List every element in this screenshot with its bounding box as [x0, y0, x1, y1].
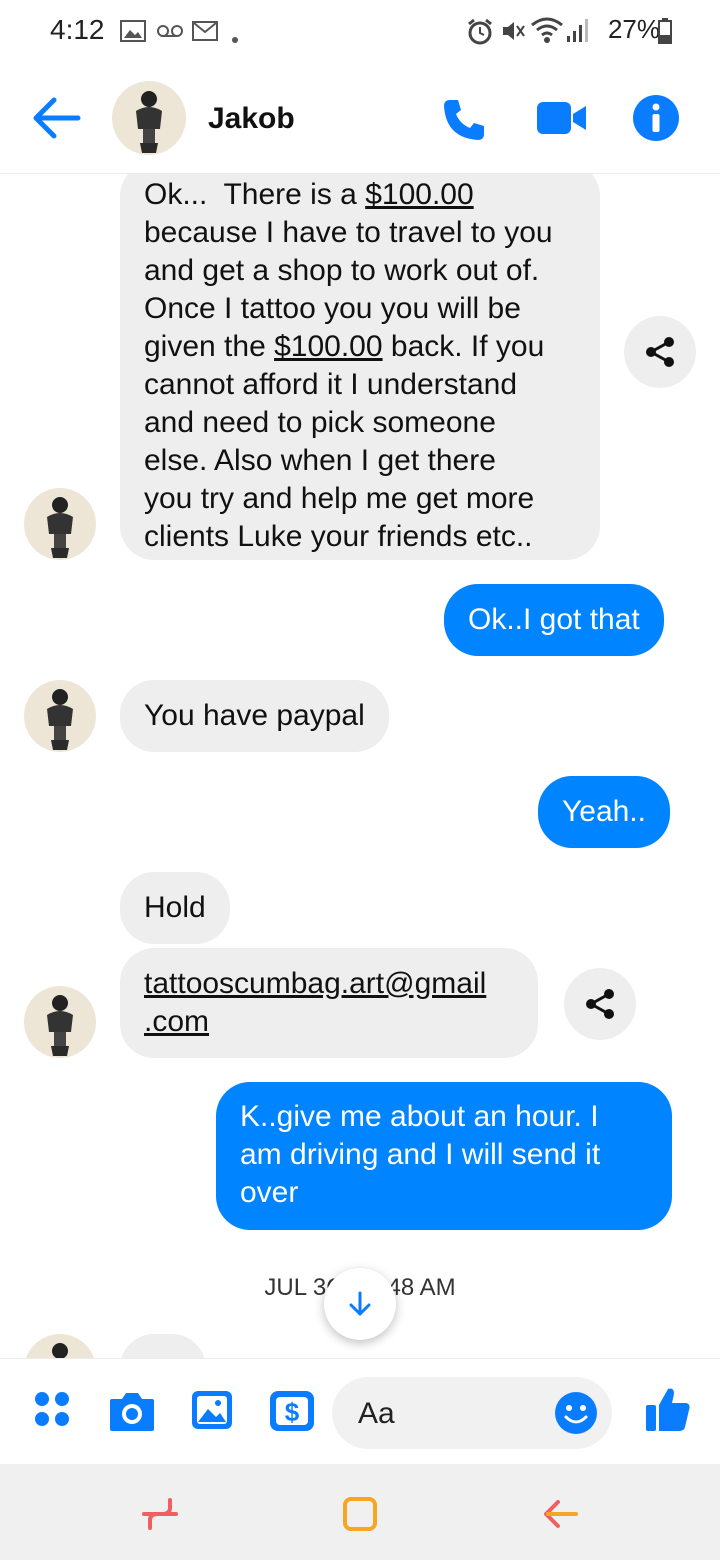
message-text: Ok..I got that	[468, 603, 640, 636]
message-thread[interactable]: Ok... There is a $100.00 because I have …	[0, 174, 720, 1358]
wifi-icon	[530, 16, 564, 49]
signal-icon	[566, 18, 590, 49]
message-composer: $ Aa	[0, 1358, 720, 1464]
message-text: Yeah..	[562, 795, 646, 828]
sent-message-bubble[interactable]: Yeah..	[538, 776, 670, 848]
share-icon	[586, 989, 614, 1019]
voicemail-icon	[156, 24, 184, 43]
like-thumbs-up-icon[interactable]	[644, 1385, 692, 1433]
sender-avatar[interactable]	[24, 986, 96, 1058]
message-link[interactable]: $100.00	[274, 330, 382, 363]
sender-avatar[interactable]	[24, 488, 96, 560]
received-message-bubble[interactable]: Ok... There is a $100.00 because I have …	[120, 174, 600, 560]
arrow-down-icon	[349, 1291, 371, 1316]
info-icon[interactable]	[632, 94, 680, 142]
received-message-bubble[interactable]: tattooscumbag.art@gmail .com	[120, 948, 538, 1058]
message-text: K..give me about an hour. I am driving a…	[240, 1100, 601, 1209]
message-link[interactable]: $100.00	[365, 178, 473, 211]
share-message-button[interactable]	[564, 968, 636, 1040]
message-text: Hold	[144, 891, 206, 924]
status-bar: 4:12 27%	[0, 0, 720, 64]
battery-percent: 27%	[607, 14, 660, 44]
email-link-continued[interactable]: .com	[144, 1005, 209, 1038]
video-call-icon[interactable]	[536, 98, 588, 138]
message-text: You have paypal	[144, 699, 365, 732]
conversation-header: Jakob	[0, 64, 720, 174]
email-link[interactable]: tattooscumbag.art@gmail	[144, 967, 486, 1000]
sent-message-bubble[interactable]: K..give me about an hour. I am driving a…	[216, 1082, 672, 1230]
camera-icon[interactable]	[108, 1389, 156, 1437]
more-notifications-dot-icon	[232, 30, 238, 48]
share-message-button[interactable]	[624, 316, 696, 388]
phone-call-icon[interactable]	[440, 96, 488, 144]
message-input-placeholder: Aa	[358, 1397, 395, 1430]
sent-message-bubble[interactable]: Ok..I got that	[444, 584, 664, 656]
system-navigation-bar	[0, 1464, 720, 1560]
mute-icon	[500, 18, 526, 49]
gallery-notification-icon	[120, 20, 146, 47]
received-message-bubble[interactable]: Hold	[120, 872, 230, 944]
battery-icon	[658, 18, 672, 49]
contact-avatar[interactable]	[112, 81, 186, 155]
gallery-icon[interactable]	[190, 1389, 238, 1437]
recent-apps-icon[interactable]	[140, 1494, 184, 1534]
svg-text:$: $	[285, 1397, 300, 1427]
status-time: 4:12	[50, 14, 105, 45]
back-nav-icon[interactable]	[540, 1494, 584, 1534]
message-input[interactable]: Aa	[332, 1377, 612, 1449]
message-text: Ok... There is a $100.00 because I have …	[144, 178, 553, 553]
payment-icon[interactable]: $	[268, 1389, 316, 1437]
sender-avatar[interactable]	[24, 1334, 96, 1358]
share-icon	[646, 337, 674, 367]
home-icon[interactable]	[340, 1494, 384, 1534]
mail-icon	[192, 20, 218, 47]
received-message-bubble[interactable]: You have paypal	[120, 680, 389, 752]
received-message-bubble[interactable]	[120, 1334, 206, 1358]
more-actions-icon[interactable]	[32, 1389, 80, 1437]
back-arrow-icon[interactable]	[30, 94, 82, 142]
scroll-to-bottom-button[interactable]	[324, 1268, 396, 1340]
contact-name[interactable]: Jakob	[208, 102, 295, 136]
sender-avatar[interactable]	[24, 680, 96, 752]
alarm-icon	[466, 18, 494, 51]
emoji-icon[interactable]	[554, 1391, 598, 1435]
